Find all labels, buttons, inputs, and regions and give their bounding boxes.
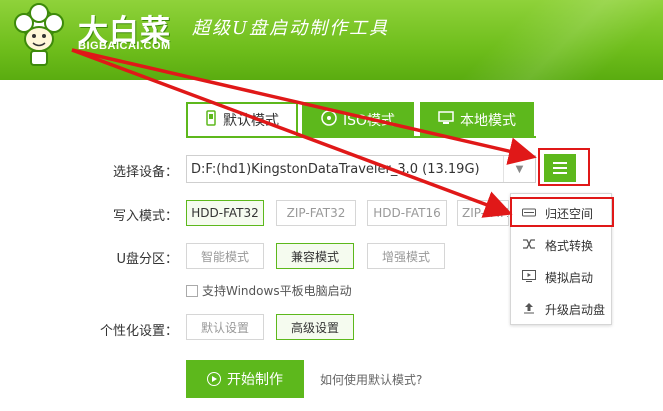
play-icon [207,372,221,386]
menu-item-simulate-boot[interactable]: 模拟启动 [511,262,611,292]
menu-item-format-convert[interactable]: 格式转换 [511,230,611,260]
menu-button-highlight [538,148,590,186]
menu-item-label: 模拟启动 [545,270,594,285]
personalize-default[interactable]: 默认设置 [186,314,264,340]
restore-space-highlight [510,197,614,227]
write-mode-zip-fat32[interactable]: ZIP-FAT32 [276,200,356,226]
start-button[interactable]: 开始制作 [186,360,304,398]
menu-item-label: 格式转换 [545,238,594,253]
monitor-play-icon [521,269,537,285]
write-mode-zip-fat16[interactable]: ZIP-FAT16 [457,200,509,226]
checkbox-icon[interactable] [186,284,198,297]
slogan: 超级U盘启动制作工具 [192,18,390,39]
tab-local-label: 本地模式 [460,113,516,129]
app-header: 大白菜 BIGBAICAI.COM 超级U盘启动制作工具 [0,0,663,80]
menu-item-upgrade-boot-disk[interactable]: 升级启动盘 [511,294,611,324]
tab-iso-label: ISO模式 [342,113,396,129]
write-mode-hdd-fat16[interactable]: HDD-FAT16 [367,200,447,226]
personalize-advanced[interactable]: 高级设置 [276,314,354,340]
personalize-label: 个性化设置： [99,324,178,339]
help-link[interactable]: 如何使用默认模式? [320,371,422,388]
tablet-support-label: 支持Windows平板电脑启动 [202,284,352,298]
disc-icon [321,110,337,130]
partition-compatible[interactable]: 兼容模式 [276,243,354,269]
tab-local-mode[interactable]: 本地模式 [420,102,534,138]
write-mode-label: 写入模式： [112,209,178,224]
computer-icon [438,111,454,129]
partition-enhanced[interactable]: 增强模式 [367,243,445,269]
write-mode-hdd-fat32[interactable]: HDD-FAT32 [186,200,264,226]
start-button-label: 开始制作 [227,372,283,388]
tab-default-label: 默认模式 [223,113,279,129]
menu-item-label: 升级启动盘 [545,302,606,317]
tablet-support-checkbox[interactable]: 支持Windows平板电脑启动 [186,282,352,299]
device-label: 选择设备： [112,165,178,180]
upload-icon [521,302,537,317]
partition-label: U盘分区： [116,252,178,267]
device-select[interactable]: D:F:(hd1)KingstonDataTraveler_3.0 (13.19… [186,155,536,183]
tab-default-mode[interactable]: 默认模式 [186,102,298,138]
usb-drive-icon [205,110,217,130]
chevron-down-icon[interactable]: ▼ [503,156,535,182]
shuffle-icon [521,238,537,253]
tab-underline [186,136,536,138]
tab-iso-mode[interactable]: ISO模式 [302,102,414,138]
partition-smart[interactable]: 智能模式 [186,243,264,269]
device-value: D:F:(hd1)KingstonDataTraveler_3.0 (13.19… [191,161,480,177]
cabbage-mascot-logo [14,3,64,66]
brand-domain: BIGBAICAI.COM [78,40,171,52]
